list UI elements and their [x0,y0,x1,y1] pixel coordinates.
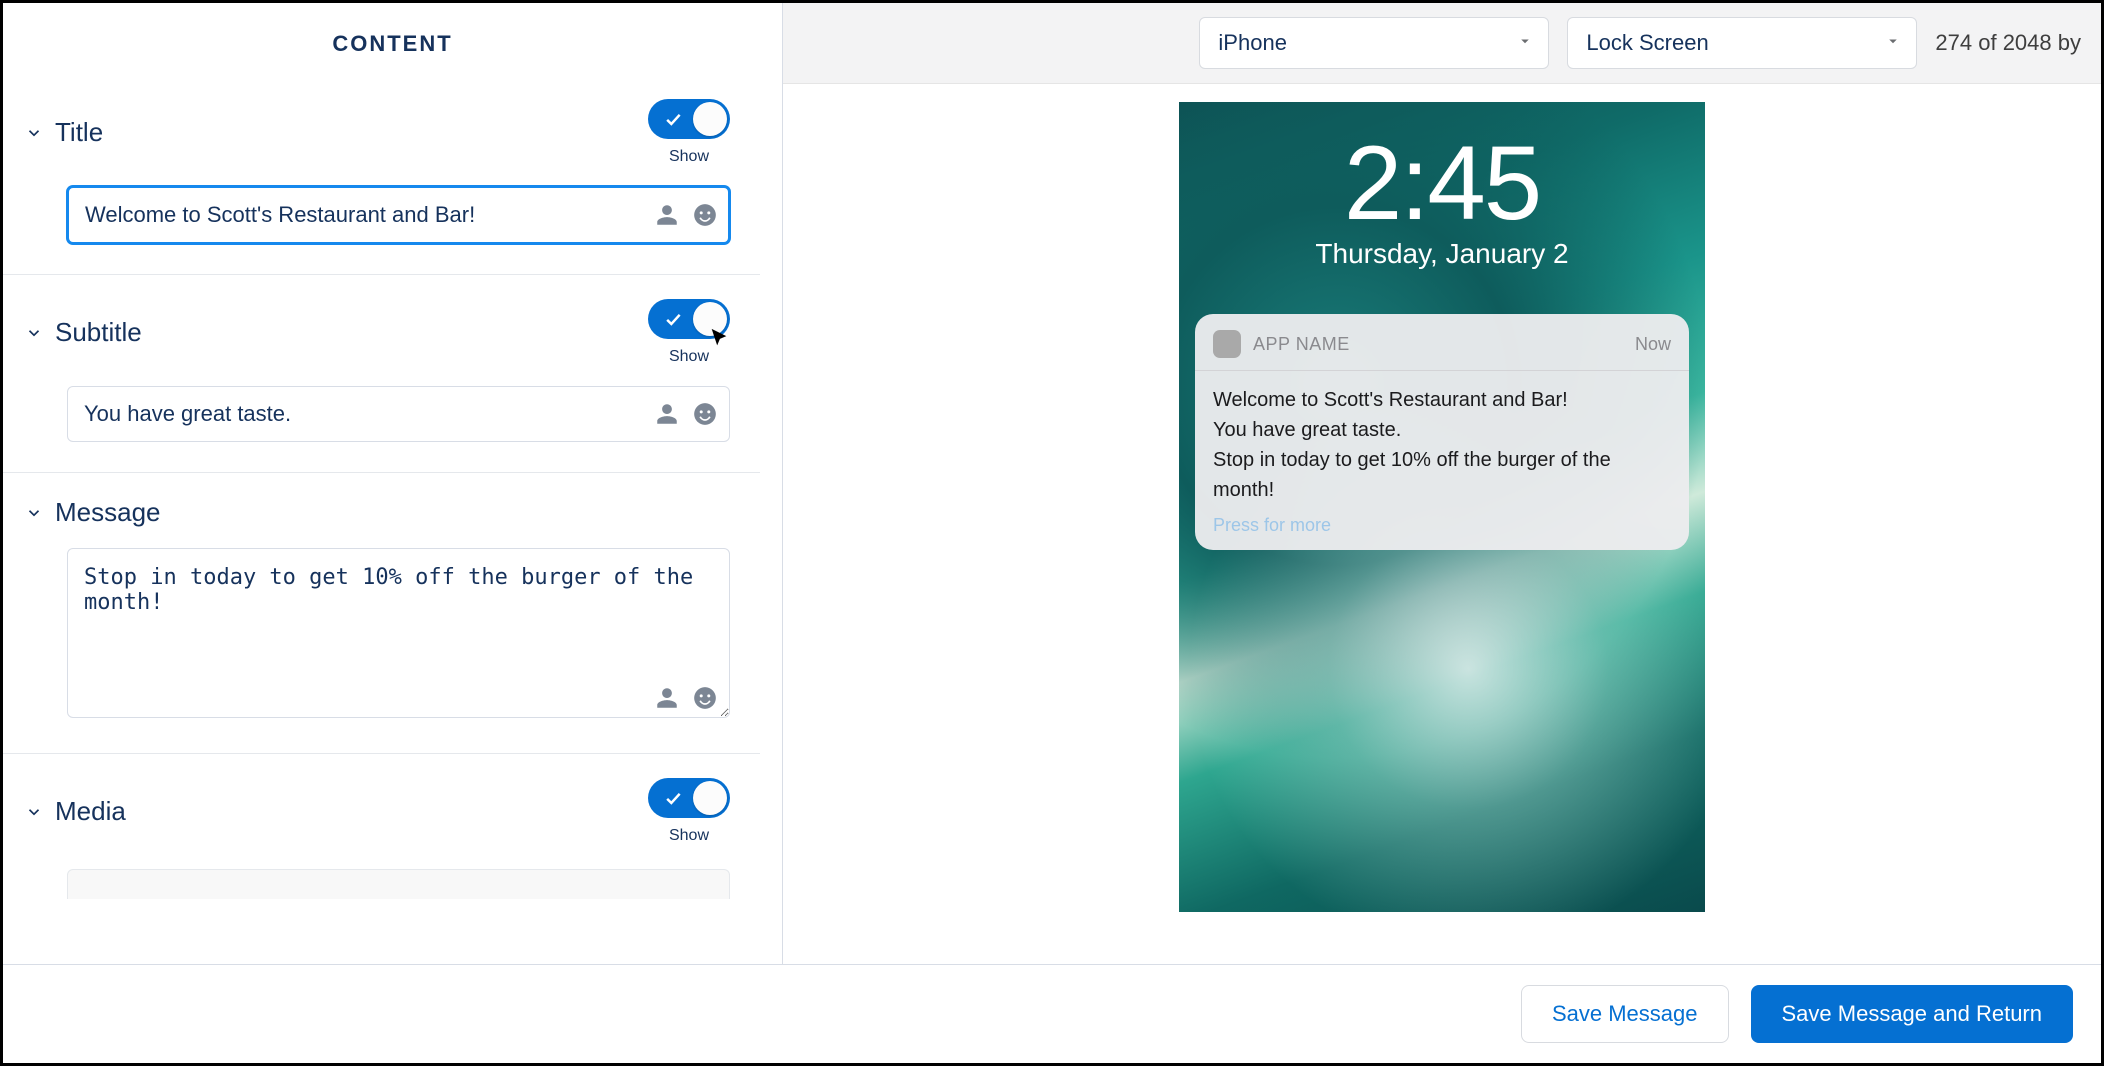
phone-preview: 2:45 Thursday, January 2 APP NAME Now We… [1179,102,1705,912]
section-title: Title Show [3,75,760,275]
view-select[interactable]: Lock Screen [1567,17,1917,69]
view-select-value: Lock Screen [1586,30,1708,56]
section-media-label: Media [55,796,126,827]
panel-heading: CONTENT [3,3,782,75]
lock-date: Thursday, January 2 [1179,238,1705,270]
section-message-label: Message [55,497,161,528]
notification-press-more: Press for more [1213,515,1671,536]
section-subtitle: Subtitle Show [3,275,760,473]
title-input[interactable] [67,186,730,244]
caret-down-icon [1884,30,1902,56]
preview-toolbar: iPhone Lock Screen 274 of 2048 by [783,3,2101,84]
emoji-icon[interactable] [692,202,718,228]
main-area: CONTENT Title [3,3,2101,964]
person-icon[interactable] [654,202,680,228]
lock-time: 2:45 [1179,124,1705,244]
sections-scroll[interactable]: Title Show [3,75,782,964]
section-subtitle-header[interactable]: Subtitle Show [25,299,730,366]
caret-down-icon [1516,30,1534,56]
content-panel: CONTENT Title [3,3,783,964]
section-message: Message [3,473,760,754]
section-media: Media Show [3,754,760,929]
section-message-header[interactable]: Message [25,497,730,528]
save-and-return-button[interactable]: Save Message and Return [1751,985,2074,1043]
section-title-header[interactable]: Title Show [25,99,730,166]
chevron-down-icon [25,324,43,342]
title-show-toggle[interactable] [648,99,730,139]
notification-card: APP NAME Now Welcome to Scott's Restaura… [1195,314,1689,550]
notification-body: Welcome to Scott's Restaurant and Bar! Y… [1213,385,1671,505]
chevron-down-icon [25,504,43,522]
notification-time: Now [1635,334,1671,355]
notification-subtitle: You have great taste. [1213,415,1671,445]
emoji-icon[interactable] [692,685,718,711]
device-select-value: iPhone [1218,30,1287,56]
title-toggle-caption: Show [648,148,730,166]
section-media-header[interactable]: Media Show [25,778,730,845]
app-icon [1213,330,1241,358]
section-title-label: Title [55,117,103,148]
media-toggle-caption: Show [648,827,730,845]
media-dropzone[interactable] [67,869,730,899]
notification-title: Welcome to Scott's Restaurant and Bar! [1213,385,1671,415]
notification-appname: APP NAME [1253,334,1350,355]
footer: Save Message Save Message and Return [3,964,2101,1063]
subtitle-input[interactable] [67,386,730,442]
subtitle-toggle-caption: Show [648,348,730,366]
section-subtitle-label: Subtitle [55,317,142,348]
device-select[interactable]: iPhone [1199,17,1549,69]
subtitle-show-toggle[interactable] [648,299,730,339]
preview-scroll[interactable]: 2:45 Thursday, January 2 APP NAME Now We… [783,84,2101,964]
media-show-toggle[interactable] [648,778,730,818]
person-icon[interactable] [654,401,680,427]
chevron-down-icon [25,124,43,142]
chevron-down-icon [25,803,43,821]
person-icon[interactable] [654,685,680,711]
emoji-icon[interactable] [692,401,718,427]
char-count: 274 of 2048 by [1935,30,2081,56]
save-message-button[interactable]: Save Message [1521,985,1729,1043]
notification-message: Stop in today to get 10% off the burger … [1213,445,1671,505]
app-root: CONTENT Title [3,3,2101,1063]
message-textarea[interactable] [67,548,730,718]
preview-panel: iPhone Lock Screen 274 of 2048 by 2:45 T… [783,3,2101,964]
